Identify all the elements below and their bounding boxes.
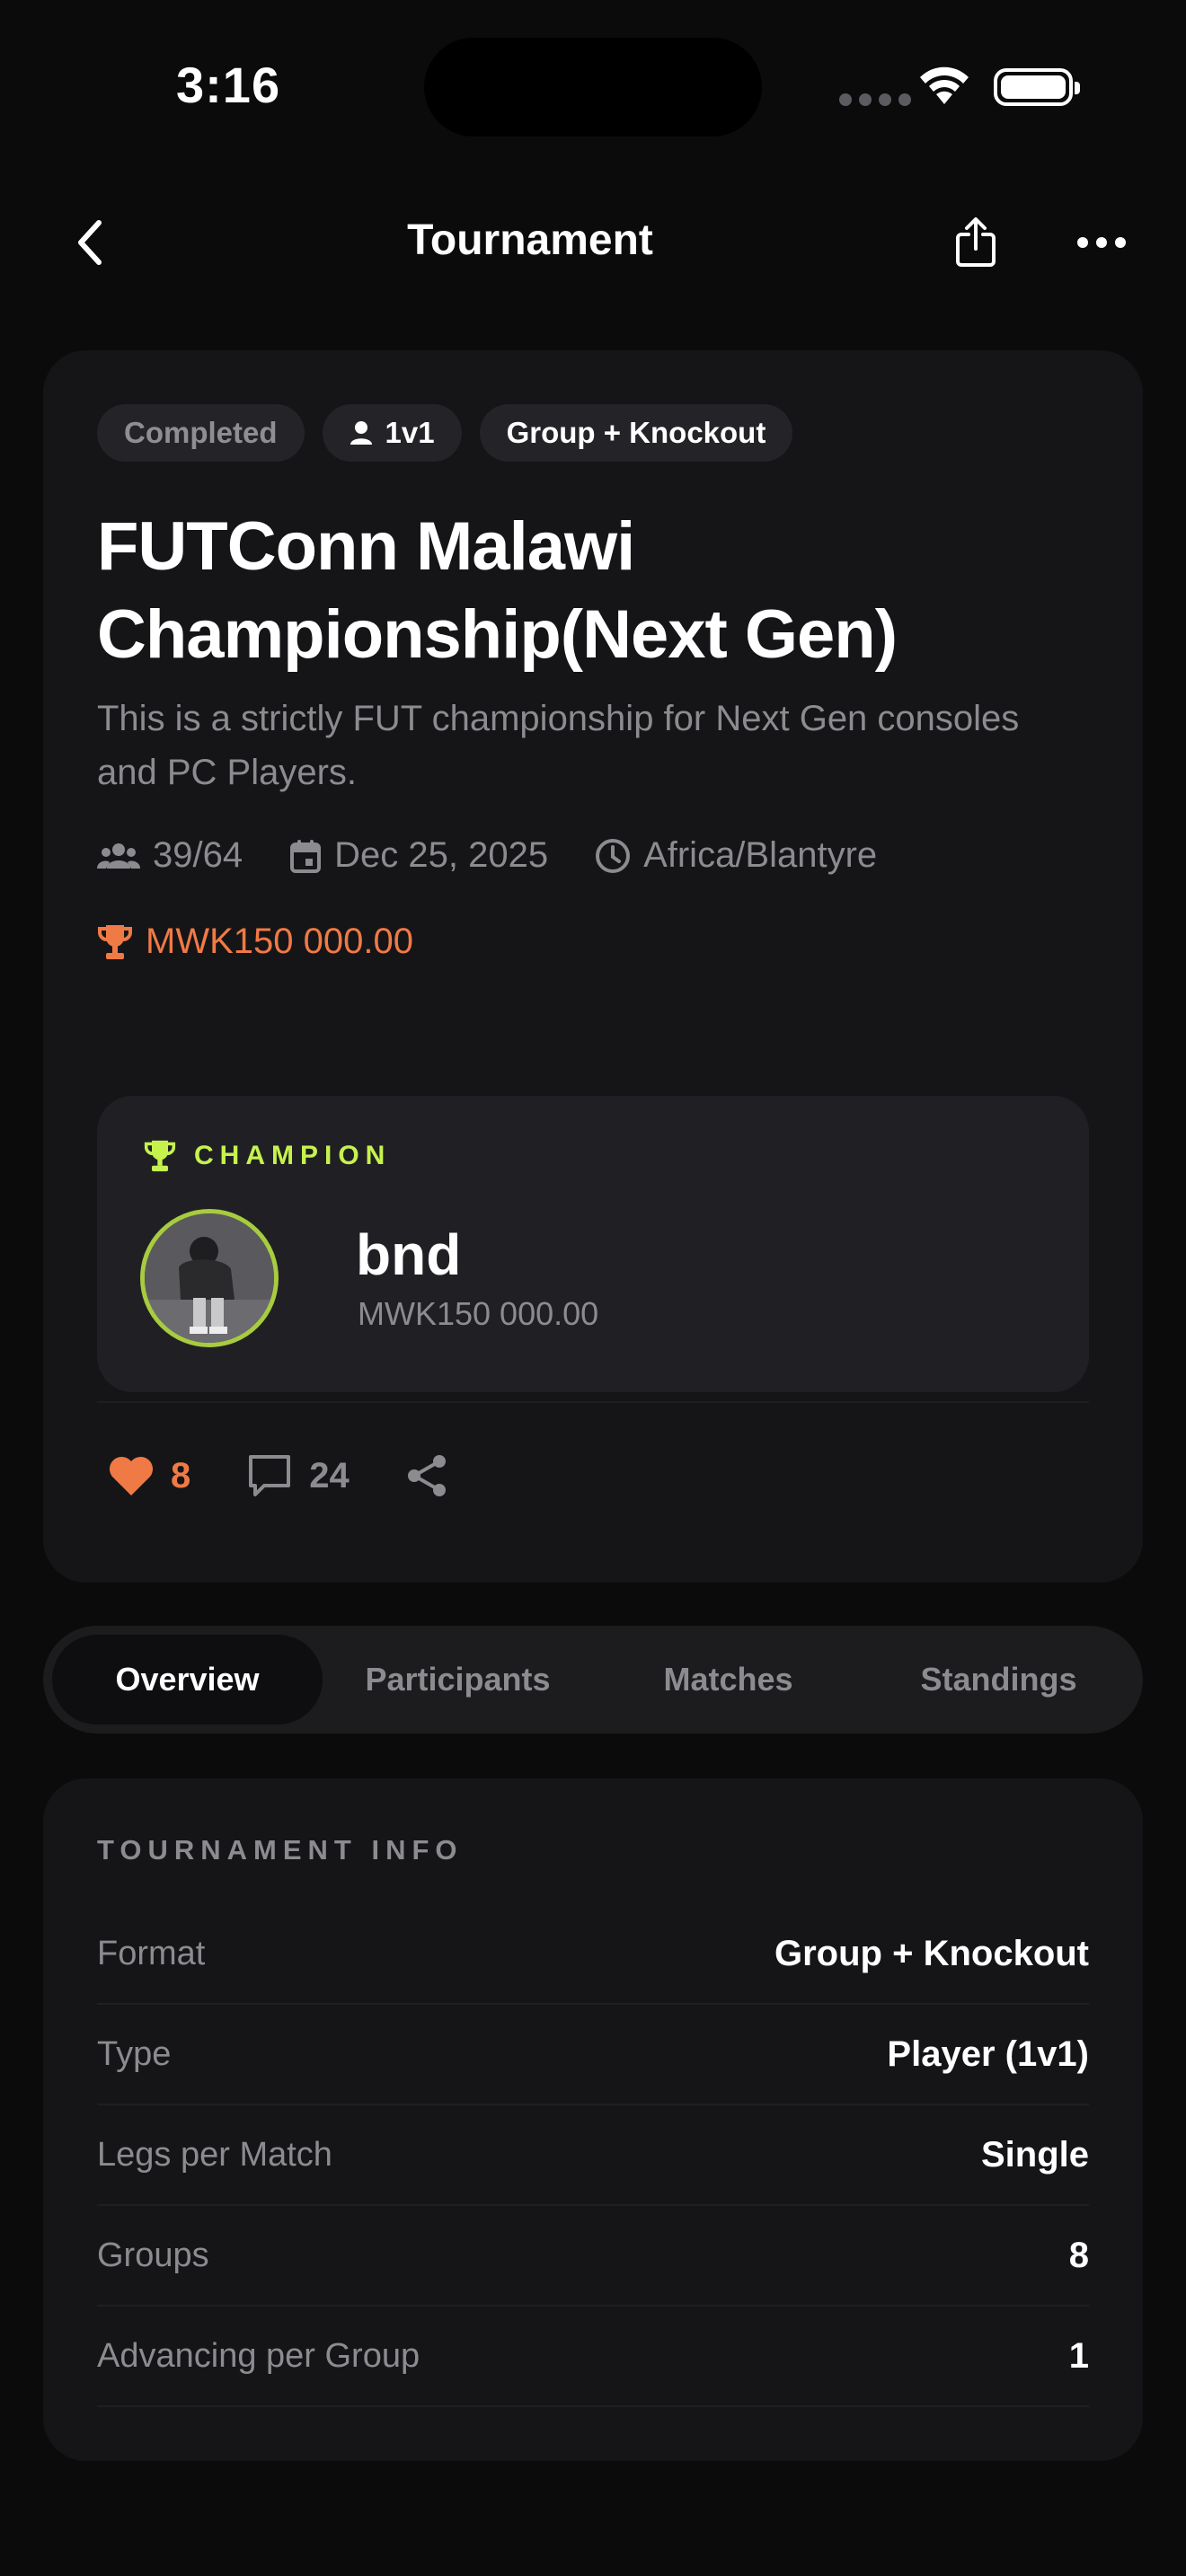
status-bar: 3:16 — [0, 0, 1186, 171]
title-line-1: FUTConn Malawi — [97, 508, 635, 585]
info-row-groups: Groups 8 — [97, 2206, 1089, 2307]
heart-icon — [109, 1456, 154, 1495]
participants-count: 39/64 — [97, 835, 243, 876]
mode-badge: 1v1 — [322, 404, 462, 462]
divider — [97, 1401, 1089, 1403]
participants-text: 39/64 — [153, 835, 243, 875]
trophy-icon — [98, 924, 132, 959]
prize-pool: MWK150 000.00 — [97, 922, 413, 962]
tournament-description: This is a strictly FUT championship for … — [97, 699, 1020, 792]
more-button[interactable] — [1069, 216, 1134, 269]
battery-icon — [994, 68, 1080, 106]
champion-avatar[interactable] — [140, 1209, 279, 1347]
tab-standings[interactable]: Standings — [863, 1635, 1134, 1725]
tournament-info-card: TOURNAMENT INFO Format Group + Knockout … — [43, 1778, 1143, 2461]
info-row-type: Type Player (1v1) — [97, 2005, 1089, 2105]
title-line-2: Championship(Next Gen) — [97, 596, 898, 673]
champion-heading: CHAMPION — [144, 1139, 391, 1173]
tournament-title: FUTConn Malawi Championship(Next Gen) — [97, 503, 1085, 679]
timezone-text: Africa/Blantyre — [643, 835, 878, 875]
dynamic-island — [424, 38, 762, 137]
info-row-format: Format Group + Knockout — [97, 1904, 1089, 2005]
comment-count: 24 — [309, 1455, 350, 1495]
tournament-date: Dec 25, 2025 — [289, 835, 548, 876]
info-value: 8 — [1068, 2235, 1089, 2275]
champion-card[interactable]: CHAMPION bnd MWK150 000.00 — [97, 1096, 1089, 1392]
action-bar: 8 24 — [108, 1453, 504, 1498]
comment-icon — [249, 1455, 291, 1496]
segmented-tabs: Overview Participants Matches Standings — [43, 1626, 1143, 1734]
tournament-timezone: Africa/Blantyre — [595, 835, 877, 876]
info-key: Type — [97, 2034, 172, 2073]
date-text: Dec 25, 2025 — [334, 835, 549, 875]
navigation-bar: Tournament — [0, 189, 1186, 296]
share-action-button[interactable] — [405, 1454, 448, 1497]
info-value: Single — [980, 2134, 1089, 2175]
info-value: Group + Knockout — [774, 1933, 1089, 1973]
tab-overview[interactable]: Overview — [52, 1635, 323, 1725]
tab-matches[interactable]: Matches — [593, 1635, 863, 1725]
wifi-icon — [916, 65, 972, 110]
like-button[interactable]: 8 — [108, 1455, 190, 1496]
cellular-signal-icon — [839, 93, 911, 106]
tournament-meta: 39/64 Dec 25, 2025 Africa/Blantyre — [97, 835, 924, 876]
info-value: 1 — [1068, 2335, 1089, 2376]
status-time: 3:16 — [176, 57, 281, 113]
tag-list: Completed 1v1 Group + Knockout — [97, 404, 793, 462]
trophy-icon — [144, 1140, 176, 1172]
mode-label: 1v1 — [385, 416, 435, 449]
info-row-advancing: Advancing per Group 1 — [97, 2307, 1089, 2407]
page-title: Tournament — [407, 216, 653, 264]
section-heading: TOURNAMENT INFO — [97, 1834, 464, 1866]
tournament-card: Completed 1v1 Group + Knockout FUTConn M… — [43, 350, 1143, 1583]
like-count: 8 — [171, 1455, 191, 1495]
share-icon — [956, 217, 996, 267]
champion-label: CHAMPION — [194, 1141, 392, 1170]
info-row-legs: Legs per Match Single — [97, 2105, 1089, 2206]
ellipsis-icon — [1077, 237, 1126, 248]
info-key: Legs per Match — [97, 2135, 332, 2174]
share-nodes-icon — [407, 1455, 446, 1496]
info-list: Format Group + Knockout Type Player (1v1… — [97, 1904, 1089, 2407]
share-button[interactable] — [945, 212, 1006, 273]
status-badge: Completed — [97, 404, 305, 462]
info-value: Player (1v1) — [887, 2033, 1089, 2074]
people-icon — [97, 842, 140, 869]
person-icon — [350, 421, 372, 445]
comment-button[interactable]: 24 — [246, 1453, 350, 1498]
info-key: Advancing per Group — [97, 2336, 420, 2375]
champion-prize: MWK150 000.00 — [358, 1295, 599, 1332]
calendar-icon — [290, 839, 322, 873]
format-badge: Group + Knockout — [479, 404, 793, 462]
info-key: Groups — [97, 2236, 209, 2274]
champion-name[interactable]: bnd — [356, 1222, 461, 1288]
tab-participants[interactable]: Participants — [323, 1635, 593, 1725]
clock-icon — [596, 838, 631, 873]
info-key: Format — [97, 1934, 206, 1972]
prize-text: MWK150 000.00 — [146, 922, 413, 961]
